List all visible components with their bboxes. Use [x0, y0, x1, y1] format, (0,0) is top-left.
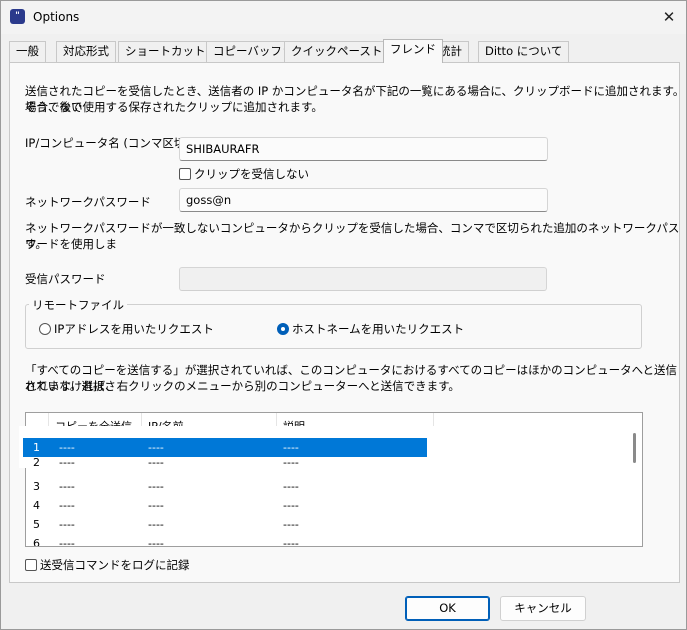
net-password-label: ネットワークパスワード — [25, 195, 151, 209]
radio-ip-button[interactable] — [39, 323, 51, 335]
table-row[interactable]: 3 ---- ---- ---- — [25, 477, 629, 496]
tab-general[interactable]: 一般 — [9, 41, 46, 62]
tab-supported-types[interactable]: 対応形式 — [56, 41, 116, 62]
tab-friends[interactable]: フレンド — [383, 39, 443, 63]
tab-about-ditto[interactable]: Ditto について — [478, 41, 570, 62]
radio-host-label: ホストネームを用いたリクエスト — [292, 322, 465, 336]
net-desc-line1: ネットワークパスワードが一致しないコンピュータからクリップを受信した場合、コンマ… — [25, 221, 680, 251]
table-row[interactable]: 6 ---- ---- ---- — [25, 534, 629, 546]
row-num: 4 — [33, 499, 40, 512]
remote-files-group-title: リモートファイル — [29, 297, 127, 313]
ip-input[interactable]: SHIBAURAFR — [179, 137, 548, 161]
window-title: Options — [33, 10, 80, 24]
ok-button[interactable]: OK — [405, 596, 490, 621]
row-send-all: ---- — [59, 537, 75, 546]
cancel-button[interactable]: キャンセル — [500, 596, 586, 621]
row-desc: ---- — [283, 518, 299, 531]
row-selection-bg — [23, 438, 427, 457]
dont-receive-checkbox[interactable] — [179, 168, 191, 180]
row-ip: ---- — [148, 441, 164, 454]
table-row[interactable]: 5 ---- ---- ---- — [25, 515, 629, 534]
row-send-all: ---- — [59, 441, 75, 454]
net-desc-line2: す。 — [25, 237, 47, 251]
send-desc-line2: れていなければ、右クリックのメニューから別のコンピューターへと送信できます。 — [25, 379, 460, 393]
row-desc: ---- — [283, 457, 299, 468]
log-label: 送受信コマンドをログに記録 — [40, 558, 190, 572]
net-password-input[interactable]: goss@n — [179, 188, 548, 212]
row-ip: ---- — [148, 499, 164, 512]
table-row[interactable]: 4 ---- ---- ---- — [25, 496, 629, 515]
radio-host-row[interactable]: ホストネームを用いたリクエスト — [277, 321, 464, 337]
list-scrollbar[interactable] — [633, 433, 636, 463]
row-send-all: ---- — [59, 499, 75, 512]
log-checkbox-row[interactable]: 送受信コマンドをログに記録 — [25, 557, 190, 573]
row-num: 6 — [33, 537, 40, 546]
row-ip: ---- — [148, 457, 164, 468]
close-icon[interactable]: ✕ — [658, 6, 680, 28]
row-desc: ---- — [283, 537, 299, 546]
row-num: 1 — [33, 441, 40, 454]
row-desc: ---- — [283, 441, 299, 454]
dont-receive-label: クリップを受信しない — [194, 167, 309, 181]
ditto-app-icon: " — [10, 9, 25, 24]
recv-password-label: 受信パスワード — [25, 272, 106, 286]
row-send-all: ---- — [59, 518, 75, 531]
row-num: 3 — [33, 480, 40, 493]
dont-receive-checkbox-row[interactable]: クリップを受信しない — [179, 166, 309, 182]
ip-label: IP/コンピュータ名 (コンマ区切り) — [25, 136, 202, 150]
recv-password-input[interactable] — [179, 267, 547, 291]
title-bar: " Options ✕ — [1, 1, 686, 34]
row-ip: ---- — [148, 518, 164, 531]
row-desc: ---- — [283, 499, 299, 512]
radio-ip-row[interactable]: IPアドレスを用いたリクエスト — [39, 321, 214, 337]
row-send-all: ---- — [59, 480, 75, 493]
row-send-all: ---- — [59, 457, 75, 468]
row-num: 5 — [33, 518, 40, 531]
intro-text-line2: 場合、後で使用する保存されたクリップに追加されます。 — [25, 100, 323, 114]
row-desc: ---- — [283, 480, 299, 493]
row-num: 2 — [33, 457, 40, 468]
selection-highlight-area: 1 ---- ---- ---- 2 ---- ---- ---- — [19, 426, 488, 468]
log-checkbox[interactable] — [25, 559, 37, 571]
table-row[interactable]: 2 ---- ---- ---- — [19, 457, 623, 468]
table-row[interactable]: 1 ---- ---- ---- — [19, 438, 623, 457]
radio-host-button[interactable] — [277, 323, 289, 335]
row-ip: ---- — [148, 537, 164, 546]
radio-ip-label: IPアドレスを用いたリクエスト — [54, 322, 214, 336]
row-ip: ---- — [148, 480, 164, 493]
options-window: " Options ✕ 一般 対応形式 ショートカットキー コピーバッファー ク… — [0, 0, 687, 630]
